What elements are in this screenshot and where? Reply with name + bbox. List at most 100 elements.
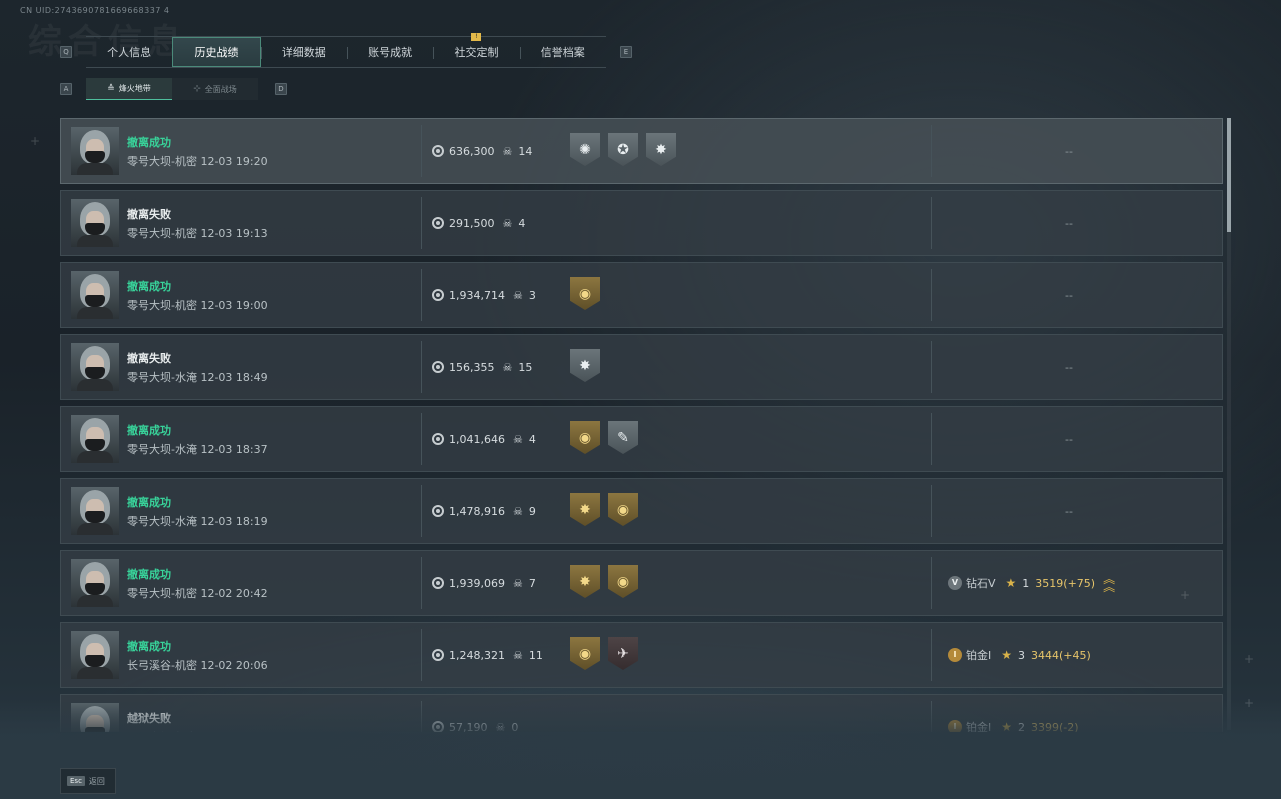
tab-next-key[interactable]: E <box>620 46 632 58</box>
skull-icon: ☠ <box>512 288 523 302</box>
rank-cell: -- <box>932 197 1222 249</box>
match-row[interactable]: 撤离成功 零号大坝-机密 12-03 19:00 1,934,714 ☠ 3 ◉ -- <box>60 262 1223 328</box>
avatar <box>71 271 119 319</box>
back-button[interactable]: Esc 返回 <box>60 768 116 794</box>
match-row[interactable]: 越狱失败零号大坝-机密 12-02 19:48 57,190 ☠ 0 I 铂金I ★ 2 339… <box>60 694 1223 732</box>
avatar-body <box>77 523 113 535</box>
player-cell: 撤离成功 零号大坝-机密 12-02 20:42 <box>61 557 422 609</box>
match-row[interactable]: 撤离成功 零号大坝-机密 12-03 19:20 636,300 ☠ 14 ✺ ✪ ✸ -- <box>60 118 1223 184</box>
avatar <box>71 343 119 391</box>
medal-group: ◉ ✎ <box>570 421 638 454</box>
tab-label: 个人信息 <box>107 46 152 59</box>
rank-empty: -- <box>1065 288 1073 302</box>
map-and-time: 零号大坝-水淹 12-03 18:19 <box>127 514 268 528</box>
player-info: 越狱失败零号大坝-机密 12-02 19:48 <box>127 710 268 733</box>
extraction-status: 撤离失败 <box>127 207 171 221</box>
extraction-status: 撤离成功 <box>127 639 171 653</box>
match-row[interactable]: 撤离失败 零号大坝-机密 12-03 19:13 291,500 ☠ 4 -- <box>60 190 1223 256</box>
kill-count: 4 <box>518 216 526 230</box>
skull-icon: ☠ <box>495 720 506 733</box>
tab-4[interactable]: 社交定制! <box>433 33 519 67</box>
scroll-thumb[interactable] <box>1227 118 1231 232</box>
match-row[interactable]: 撤离成功 零号大坝-水淹 12-03 18:37 1,041,646 ☠ 4 ◉ ✎ -- <box>60 406 1223 472</box>
tab-prev-key[interactable]: Q <box>60 46 72 58</box>
tab-3[interactable]: 账号成就 <box>346 37 433 67</box>
medal-icon[interactable]: ✸ <box>646 133 676 166</box>
rank-empty: -- <box>1065 144 1073 158</box>
player-cell: 越狱失败零号大坝-机密 12-02 19:48 <box>61 701 422 732</box>
medal-icon[interactable]: ✪ <box>608 133 638 166</box>
rank-score: 3444(+45) <box>1031 648 1091 662</box>
scrollbar[interactable] <box>1227 118 1231 730</box>
haul-value: 1,248,321 <box>449 648 505 662</box>
medal-icon[interactable]: ✎ <box>608 421 638 454</box>
subtab-next-key[interactable]: D <box>275 83 287 95</box>
skull-icon: ☠ <box>512 576 523 590</box>
rank-name: 铂金I <box>966 649 992 662</box>
subtab-prev-key[interactable]: A <box>60 83 72 95</box>
kill-count: 0 <box>511 720 519 733</box>
avatar-body <box>77 451 113 463</box>
match-row[interactable]: 撤离成功 零号大坝-机密 12-02 20:42 1,939,069 ☠ 7 ✸ ◉ V 钻石V… <box>60 550 1223 616</box>
haul-value: 1,041,646 <box>449 432 505 446</box>
extraction-status: 撤离成功 <box>127 567 171 581</box>
kill-count: 4 <box>528 432 536 446</box>
map-and-time: 零号大坝-水淹 12-03 18:49 <box>127 370 268 384</box>
rank-cell: -- <box>932 485 1222 537</box>
tab-5[interactable]: 信誉档案 <box>519 37 606 67</box>
avatar-body <box>77 235 113 247</box>
rank-cell: -- <box>932 341 1222 393</box>
match-row[interactable]: 撤离失败 零号大坝-水淹 12-03 18:49 156,355 ☠ 15 ✸ -- <box>60 334 1223 400</box>
coin-icon <box>432 649 444 661</box>
match-row[interactable]: 撤离成功 长弓溪谷-机密 12-02 20:06 1,248,321 ☠ 11 ◉ ✈ I 铂金… <box>60 622 1223 688</box>
coin-icon <box>432 505 444 517</box>
avatar-mask <box>85 295 105 307</box>
subtab-1[interactable]: ⊹ 全面战场 <box>172 78 258 100</box>
tab-1[interactable]: 历史战绩 <box>172 37 261 67</box>
player-info: 撤离成功 长弓溪谷-机密 12-02 20:06 <box>127 638 268 673</box>
medal-icon[interactable]: ◉ <box>570 277 600 310</box>
kill-count: 11 <box>528 648 543 662</box>
skull-icon: ☠ <box>502 216 513 230</box>
avatar-mask <box>85 583 105 595</box>
extraction-status: 撤离成功 <box>127 495 171 509</box>
medal-group: ✸ ◉ <box>570 565 638 598</box>
medal-icon[interactable]: ◉ <box>608 565 638 598</box>
medal-icon[interactable]: ◉ <box>570 637 600 670</box>
rank-level: 1 <box>1022 576 1030 590</box>
haul-value: 1,939,069 <box>449 576 505 590</box>
medal-group: ✺ ✪ ✸ <box>570 133 676 166</box>
medal-icon[interactable]: ◉ <box>570 421 600 454</box>
medal-icon[interactable]: ✺ <box>570 133 600 166</box>
stats-cell: 1,478,916 ☠ 9 ✸ ◉ <box>422 485 932 537</box>
player-info: 撤离成功 零号大坝-机密 12-03 19:20 <box>127 134 268 169</box>
avatar <box>71 631 119 679</box>
rank-cell: -- <box>932 269 1222 321</box>
subtab-0[interactable]: ≙ 烽火地带 <box>86 78 172 100</box>
tab-2[interactable]: 详细数据 <box>260 37 347 67</box>
coin-icon <box>432 433 444 445</box>
player-cell: 撤离失败 零号大坝-水淹 12-03 18:49 <box>61 341 422 393</box>
avatar <box>71 487 119 535</box>
tab-0[interactable]: 个人信息 <box>86 37 172 67</box>
player-info: 撤离成功零号大坝-水淹 12-03 18:19 <box>127 494 268 529</box>
medal-icon[interactable]: ◉ <box>608 493 638 526</box>
medal-icon[interactable]: ✈ <box>608 637 638 670</box>
rank-name: 铂金I <box>966 721 992 732</box>
skull-icon: ☠ <box>502 144 513 158</box>
kill-count: 15 <box>518 360 533 374</box>
match-history-list: 撤离成功 零号大坝-机密 12-03 19:20 636,300 ☠ 14 ✺ ✪ ✸ -- 撤离… <box>60 118 1224 732</box>
player-info: 撤离成功 零号大坝-机密 12-02 20:42 <box>127 566 268 601</box>
mode-icon: ⊹ <box>193 84 201 94</box>
match-row[interactable]: 撤离成功零号大坝-水淹 12-03 18:19 1,478,916 ☠ 9 ✸ ◉ -- <box>60 478 1223 544</box>
medal-icon[interactable]: ✸ <box>570 349 600 382</box>
kill-count: 3 <box>528 288 536 302</box>
stats-cell: 1,248,321 ☠ 11 ◉ ✈ <box>422 629 932 681</box>
map-and-time: 零号大坝-机密 12-02 19:48 <box>127 729 268 733</box>
medal-icon[interactable]: ✸ <box>570 493 600 526</box>
rank-level: 2 <box>1018 720 1026 733</box>
skull-icon: ☠ <box>512 504 523 518</box>
medal-icon[interactable]: ✸ <box>570 565 600 598</box>
avatar-mask <box>85 223 105 235</box>
avatar-body <box>77 307 113 319</box>
